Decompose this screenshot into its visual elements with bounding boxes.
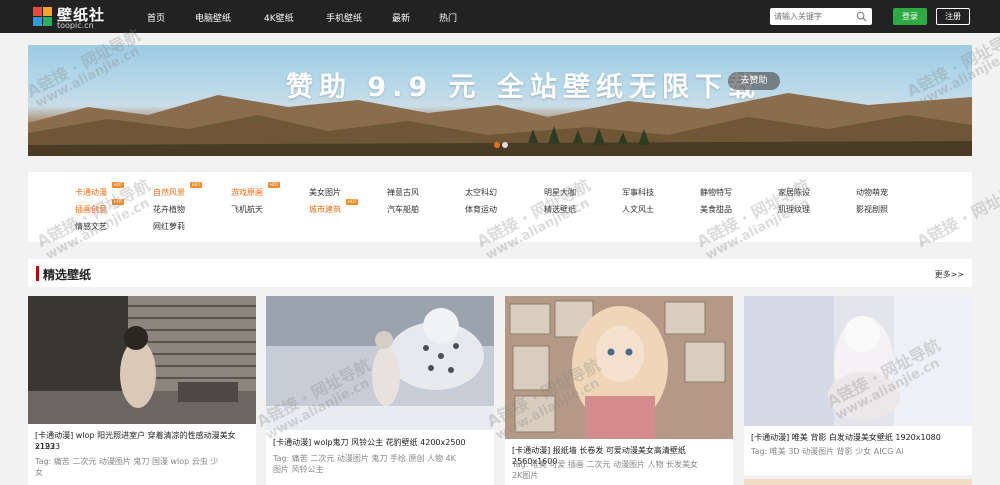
sponsor-button[interactable]: 去赞助 (728, 72, 780, 90)
category-link[interactable]: 军事科技 (622, 187, 654, 198)
category-link[interactable]: 体育运动 (465, 204, 497, 215)
category-link[interactable]: 动物萌宠 (856, 187, 888, 198)
card-caption[interactable]: [卡通动漫] 唯美 背影 白发动漫美女壁纸 1920x1080 (751, 432, 941, 443)
wallpaper-card[interactable]: [卡通动漫] wlop 阳光照进室户 穿着清凉的性感动漫美女 2192 x123… (28, 296, 256, 485)
section-accent-bar (36, 266, 39, 281)
category-link[interactable]: 插画创意 (75, 204, 107, 215)
hot-badge: HOT (112, 182, 124, 188)
carousel-dots (494, 142, 514, 148)
category-link[interactable]: 美食甜品 (700, 204, 732, 215)
card-caption[interactable]: [卡通动漫] wlop 阳光照进室户 穿着清凉的性感动漫美女 2192 (35, 430, 256, 452)
category-link[interactable]: 人文风土 (622, 204, 654, 215)
wallpaper-thumbnail[interactable] (744, 296, 972, 426)
category-link[interactable]: 飞机航天 (231, 204, 263, 215)
wallpaper-card[interactable]: [卡通动漫] 唯美 背影 白发动漫美女壁纸 1920x1080 Tag: 唯美 … (744, 296, 972, 475)
nav-item-pc-wallpaper[interactable]: 电脑壁纸 (195, 11, 231, 24)
search-box (770, 8, 872, 25)
category-link[interactable]: 明星大咖 (544, 187, 576, 198)
logo-subtitle: toopic.cn (57, 21, 94, 30)
nav-item-hot[interactable]: 热门 (439, 11, 457, 24)
category-link[interactable]: 影视剧照 (856, 204, 888, 215)
card-tags: Tag: 痛苦 二次元 动漫图片 鬼刀 手绘 原创 人物 4K (273, 454, 456, 463)
category-link[interactable]: 肌理纹理 (778, 204, 810, 215)
wallpaper-card[interactable]: [卡通动漫] wolp鬼刀 风铃公主 花豹壁纸 4200x2500 Tag: 痛… (266, 296, 494, 485)
nav-item-latest[interactable]: 最新 (392, 11, 410, 24)
search-input[interactable] (774, 10, 854, 23)
wallpaper-thumbnail[interactable] (28, 296, 256, 424)
wallpaper-thumbnail[interactable] (505, 296, 733, 439)
hot-badge: HOT (268, 182, 280, 188)
top-header: 壁纸社 toopic.cn 首页 电脑壁纸 4K壁纸 手机壁纸 最新 热门 登录… (0, 0, 1000, 33)
category-link[interactable]: 游戏原画 (231, 187, 263, 198)
banner-headline: 赞助 9.9 元 全站壁纸无限下载 (286, 72, 762, 103)
nav-item-home[interactable]: 首页 (147, 11, 165, 24)
site-logo[interactable]: 壁纸社 toopic.cn (33, 4, 143, 30)
wallpaper-card[interactable]: [卡通动漫] 报纸墙 长卷发 可爱动漫美女高清壁纸 2560x1600 Tag:… (505, 296, 733, 485)
hot-badge: HOT (190, 182, 202, 188)
category-link[interactable]: 静物特写 (700, 187, 732, 198)
category-link[interactable]: 卡通动漫 (75, 187, 107, 198)
card-tags: 图片 风铃公主 (273, 465, 324, 474)
category-link[interactable]: 太空科幻 (465, 187, 497, 198)
card-caption[interactable]: x1233 (35, 441, 60, 452)
category-link[interactable]: 汽车船舶 (387, 204, 419, 215)
category-link[interactable]: 城市建筑 (309, 204, 341, 215)
login-button[interactable]: 登录 (893, 8, 927, 25)
wallpaper-thumbnail[interactable] (266, 296, 494, 430)
section-title: 精选壁纸 (43, 268, 92, 282)
category-panel: 卡通动漫 HOT 自然风景 HOT 游戏原画 HOT 美女图片 禅意古风 太空科… (28, 172, 972, 242)
promo-banner[interactable]: 赞助 9.9 元 全站壁纸无限下载 去赞助 (28, 45, 972, 156)
card-tags: Tag: 唯美 可爱 插画 二次元 动漫图片 人物 长发美女 (512, 460, 699, 469)
card-tags: 女 (35, 468, 43, 477)
carousel-dot[interactable] (502, 142, 508, 148)
card-tags: Tag: 痛苦 二次元 动漫图片 鬼刀 国漫 wlop 云虫 少 (35, 457, 219, 466)
nav-item-4k-wallpaper[interactable]: 4K壁纸 (264, 11, 294, 24)
category-link[interactable]: 情感文艺 (75, 221, 107, 232)
card-tags: Tag: 唯美 3D 动漫图片 背影 少女 AICG Ai (751, 447, 904, 456)
category-link[interactable]: 网红萝莉 (153, 221, 185, 232)
category-link[interactable]: 花卉植物 (153, 204, 185, 215)
register-button[interactable]: 注册 (936, 8, 970, 25)
logo-icon (33, 7, 53, 27)
carousel-dot-active[interactable] (494, 142, 500, 148)
category-link[interactable]: 美女图片 (309, 187, 341, 198)
hot-badge: HOT (346, 199, 358, 205)
category-link[interactable]: 家居陈设 (778, 187, 810, 198)
category-link[interactable]: 自然风景 (153, 187, 185, 198)
category-link[interactable]: 禅意古风 (387, 187, 419, 198)
search-icon[interactable] (856, 11, 867, 22)
hot-badge: HOT (112, 199, 124, 205)
card-caption[interactable]: [卡通动漫] wolp鬼刀 风铃公主 花豹壁纸 4200x2500 (273, 437, 466, 448)
more-link[interactable]: 更多>> (935, 269, 964, 280)
nav-item-mobile-wallpaper[interactable]: 手机壁纸 (326, 11, 362, 24)
wallpaper-card[interactable] (744, 479, 972, 485)
section-header: 精选壁纸 更多>> (28, 259, 972, 287)
category-link[interactable]: 精选壁纸 (544, 204, 576, 215)
card-tags: 2K图片 (512, 471, 539, 480)
